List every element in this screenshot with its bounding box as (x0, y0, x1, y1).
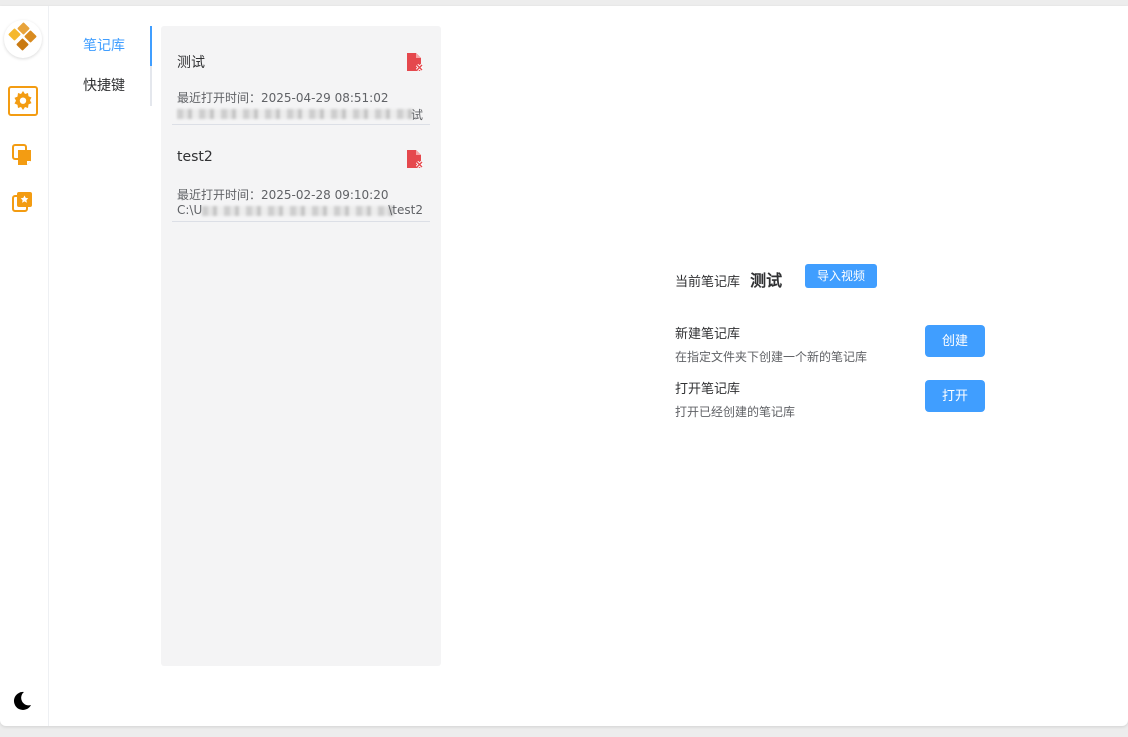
star-collection-icon (12, 192, 32, 212)
new-library-desc: 在指定文件夹下创建一个新的笔记库 (675, 350, 868, 364)
settings-subnav: 笔记库 快捷键 (70, 26, 152, 106)
note-cards-icon (12, 144, 31, 165)
open-library-desc: 打开已经创建的笔记库 (675, 405, 796, 419)
icon-rail (0, 6, 49, 726)
settings-nav-button[interactable] (8, 86, 38, 116)
new-library-title: 新建笔记库 (675, 327, 741, 342)
path-suffix: \test2 (388, 203, 423, 217)
path-prefix: C:\U (177, 203, 203, 217)
open-library-button[interactable]: 打开 (925, 380, 985, 412)
create-library-button[interactable]: 创建 (925, 325, 985, 357)
library-list: 测试 最近打开时间：2025-04-29 08:51:02 试 test2 最近… (161, 26, 441, 666)
subnav-item-library[interactable]: 笔记库 (70, 26, 152, 66)
new-library-section: 新建笔记库 在指定文件夹下创建一个新的笔记库 (675, 323, 867, 365)
notes-nav-button[interactable] (8, 140, 38, 170)
open-library-title: 打开笔记库 (675, 382, 741, 397)
library-path: C:\U \test2 (177, 203, 425, 217)
library-name: test2 (177, 149, 213, 165)
moon-icon[interactable] (11, 690, 33, 712)
path-suffix: 试 (410, 108, 423, 122)
open-library-section: 打开笔记库 打开已经创建的笔记库 (675, 378, 795, 420)
library-path: 试 (177, 106, 425, 122)
delete-file-icon[interactable] (406, 149, 424, 169)
redacted-path (202, 205, 395, 216)
import-video-button[interactable]: 导入视频 (805, 264, 877, 288)
current-library-name: 测试 (750, 271, 783, 290)
library-name: 测试 (177, 55, 205, 71)
last-opened-label: 最近打开时间： (177, 188, 262, 202)
gear-icon (14, 91, 32, 110)
library-last-opened: 最近打开时间：2025-02-28 09:10:20 (177, 186, 388, 203)
subnav-item-shortcuts[interactable]: 快捷键 (70, 66, 152, 106)
library-item[interactable]: test2 最近打开时间：2025-02-28 09:10:20 C:\U \t… (172, 125, 430, 222)
last-opened-time: 2025-04-29 08:51:02 (261, 91, 389, 105)
delete-file-icon[interactable] (406, 52, 424, 72)
library-item[interactable]: 测试 最近打开时间：2025-04-29 08:51:02 试 (172, 36, 430, 125)
current-library-label: 当前笔记库 (675, 275, 741, 290)
last-opened-label: 最近打开时间： (177, 91, 262, 105)
current-library-row: 当前笔记库 测试 (675, 267, 782, 291)
last-opened-time: 2025-02-28 09:10:20 (261, 188, 389, 202)
collection-nav-button[interactable] (8, 187, 38, 217)
library-last-opened: 最近打开时间：2025-04-29 08:51:02 (177, 89, 388, 106)
redacted-path (177, 108, 415, 119)
app-window: 笔记库 快捷键 测试 最近打开时间：2025-04-29 08:51:02 试 … (0, 6, 1128, 726)
diamond-logo-icon (4, 20, 42, 58)
